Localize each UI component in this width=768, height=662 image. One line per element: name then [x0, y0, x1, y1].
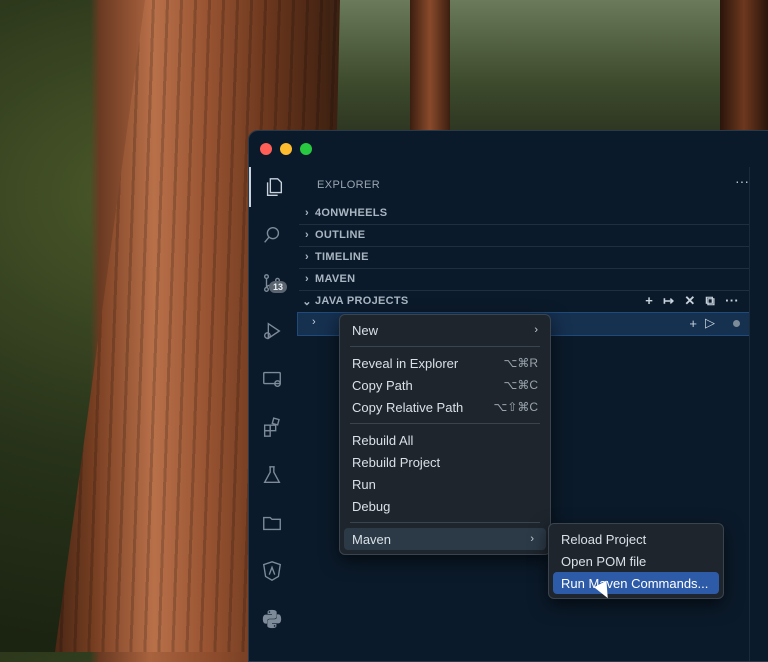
menu-item-rebuild-project[interactable]: Rebuild Project [340, 451, 550, 473]
section-label: 4ONWHEELS [315, 207, 388, 219]
shortcut: ⌥⇧⌘C [493, 400, 538, 414]
section-outline[interactable]: › OUTLINE [299, 224, 749, 247]
more-actions-icon[interactable]: ··· [735, 173, 749, 189]
chevron-right-icon: › [305, 229, 309, 241]
menu-label: Rebuild All [352, 432, 414, 448]
menu-label: Reload Project [561, 531, 647, 547]
section-label: MAVEN [315, 273, 356, 285]
sidebar-title: EXPLORER [317, 179, 381, 191]
menu-item-open-pom[interactable]: Open POM file [549, 550, 723, 572]
section-timeline[interactable]: › TIMELINE [299, 246, 749, 269]
menu-item-copy-path[interactable]: Copy Path ⌥⌘C [340, 374, 550, 396]
menu-item-copy-relative-path[interactable]: Copy Relative Path ⌥⇧⌘C [340, 396, 550, 418]
close-window-button[interactable] [260, 143, 272, 155]
testing-flask-icon[interactable] [249, 455, 295, 495]
remote-explorer-icon[interactable] [249, 359, 295, 399]
menu-label: Rebuild Project [352, 454, 441, 470]
explorer-icon[interactable] [249, 167, 297, 207]
run-debug-icon[interactable]: ▷ [705, 315, 715, 331]
section-java-projects[interactable]: ⌄ JAVA PROJECTS + ↦ ✕ ⧉ ··· [299, 290, 749, 312]
python-icon[interactable] [249, 599, 295, 639]
menu-item-new[interactable]: New › [340, 319, 550, 341]
java-projects-actions: + ↦ ✕ ⧉ ··· [645, 293, 739, 309]
build-tools-icon[interactable]: ✕ [684, 293, 695, 309]
extensions-icon[interactable] [249, 407, 295, 447]
folder-icon[interactable] [249, 503, 295, 543]
section-label: TIMELINE [315, 251, 369, 263]
status-dot-icon [733, 319, 740, 327]
chevron-right-icon: › [530, 533, 534, 545]
maven-submenu: Reload Project Open POM file Run Maven C… [548, 523, 724, 599]
project-row-actions: + ▷ [689, 315, 740, 331]
chevron-right-icon: › [305, 207, 309, 219]
menu-separator [350, 522, 540, 523]
more-icon[interactable]: ··· [725, 293, 739, 309]
menu-label: Run [352, 476, 376, 492]
source-control-icon[interactable]: 13 [249, 263, 295, 303]
menu-label: Reveal in Explorer [352, 355, 459, 371]
activity-bar: 13 [249, 167, 295, 661]
menu-item-debug[interactable]: Debug [340, 495, 550, 517]
menu-item-reload-project[interactable]: Reload Project [549, 528, 723, 550]
minimize-window-button[interactable] [280, 143, 292, 155]
editor-edge [749, 167, 768, 661]
section-label: OUTLINE [315, 229, 366, 241]
menu-label: New [352, 322, 379, 338]
add-icon[interactable]: + [645, 293, 653, 309]
context-menu: New › Reveal in Explorer ⌥⌘R Copy Path ⌥⌘C … [339, 314, 551, 555]
export-jar-icon[interactable]: ↦ [663, 293, 674, 309]
menu-item-run-maven-commands[interactable]: Run Maven Commands... [553, 572, 719, 594]
window-controls [260, 143, 312, 155]
menu-separator [350, 346, 540, 347]
menu-label: Run Maven Commands... [561, 575, 709, 591]
menu-label: Copy Relative Path [352, 399, 464, 415]
menu-label: Open POM file [561, 553, 647, 569]
run-debug-icon[interactable] [249, 311, 295, 351]
scm-badge: 13 [269, 281, 288, 293]
menu-label: Maven [352, 531, 392, 547]
collapse-all-icon[interactable]: ⧉ [706, 293, 716, 309]
section-label: JAVA PROJECTS [315, 295, 409, 307]
menu-item-reveal[interactable]: Reveal in Explorer ⌥⌘R [340, 352, 550, 374]
menu-item-run[interactable]: Run [340, 473, 550, 495]
shortcut: ⌥⌘C [503, 378, 539, 392]
menu-label: Copy Path [352, 377, 413, 393]
chevron-right-icon: › [305, 251, 309, 263]
menu-label: Debug [352, 498, 391, 514]
chevron-right-icon: › [305, 273, 309, 285]
angular-icon[interactable] [249, 551, 295, 591]
chevron-right-icon: › [312, 316, 316, 328]
search-icon[interactable] [249, 215, 295, 255]
menu-item-maven[interactable]: Maven › [344, 528, 546, 550]
chevron-right-icon: › [534, 324, 538, 336]
section-4onwheels[interactable]: › 4ONWHEELS [299, 202, 749, 225]
menu-separator [350, 423, 540, 424]
add-icon[interactable]: + [689, 316, 697, 331]
shortcut: ⌥⌘R [503, 356, 539, 370]
chevron-down-icon: ⌄ [302, 295, 312, 308]
menu-item-rebuild-all[interactable]: Rebuild All [340, 429, 550, 451]
section-maven[interactable]: › MAVEN [299, 268, 749, 291]
zoom-window-button[interactable] [300, 143, 312, 155]
